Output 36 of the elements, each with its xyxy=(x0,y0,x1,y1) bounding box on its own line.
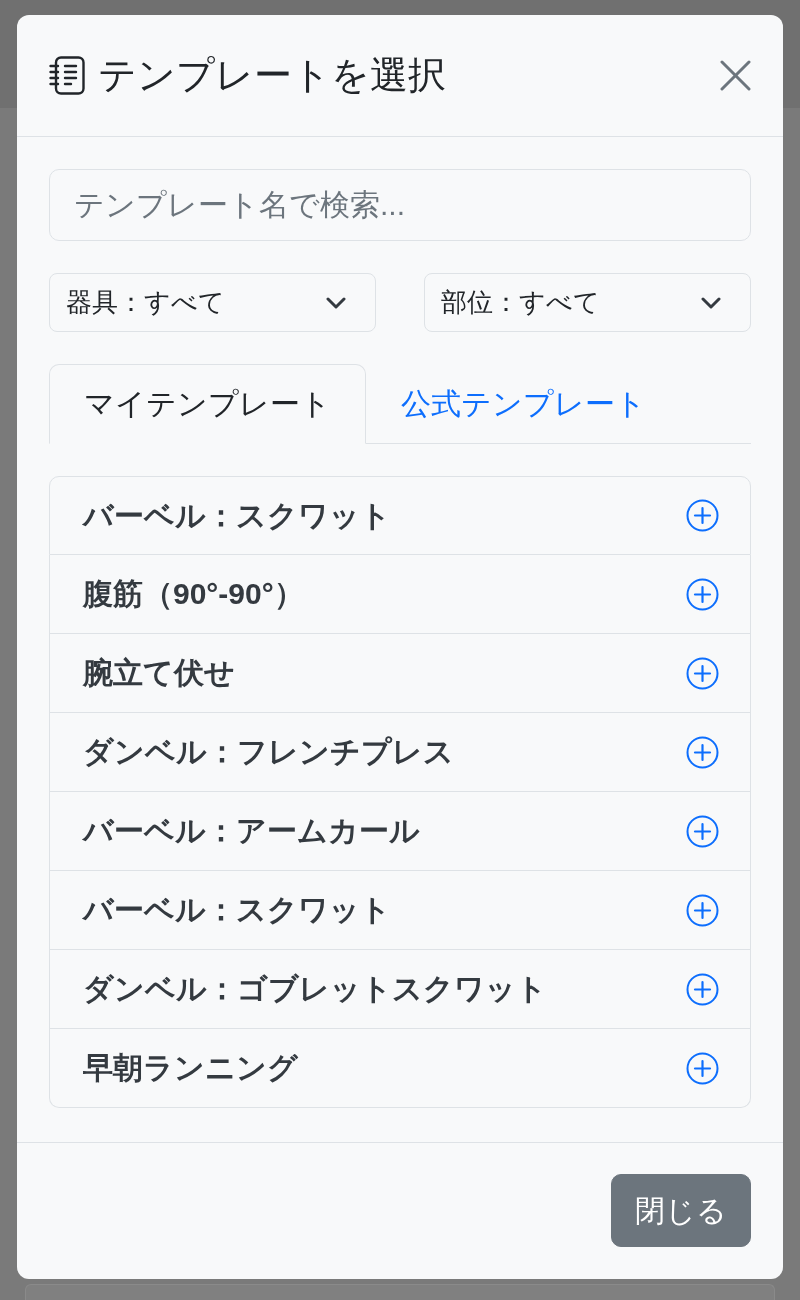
template-list-item[interactable]: バーベル：スクワット xyxy=(49,476,751,555)
plus-circle-icon[interactable] xyxy=(686,656,719,690)
plus-circle-icon[interactable] xyxy=(686,735,719,769)
filter-select[interactable]: 器具：すべて xyxy=(49,273,376,332)
tab[interactable]: マイテンプレート xyxy=(49,364,366,444)
plus-circle-icon[interactable] xyxy=(686,893,719,927)
close-button[interactable]: 閉じる xyxy=(611,1174,751,1247)
template-name: ダンベル：ゴブレットスクワット xyxy=(83,971,547,1007)
template-name: 早朝ランニング xyxy=(83,1050,298,1086)
plus-circle-icon[interactable] xyxy=(686,1051,719,1085)
template-name: バーベル：スクワット xyxy=(83,892,391,928)
template-list-item[interactable]: 腕立て伏せ xyxy=(49,634,751,713)
template-name: バーベル：スクワット xyxy=(83,497,391,534)
template-name: ダンベル：フレンチプレス xyxy=(83,734,454,770)
template-list-item[interactable]: 腹筋（90°-90°） xyxy=(49,555,751,634)
chevron-down-icon xyxy=(701,296,721,309)
template-name: 腕立て伏せ xyxy=(83,655,235,691)
dialog-title: テンプレートを選択 xyxy=(98,52,446,98)
template-list-item[interactable]: 早朝ランニング xyxy=(49,1029,751,1108)
tab[interactable]: 公式テンプレート xyxy=(366,364,681,444)
chevron-down-icon xyxy=(326,296,346,309)
close-button[interactable] xyxy=(720,60,751,91)
template-name: バーベル：アームカール xyxy=(83,813,420,849)
template-list-item[interactable]: バーベル：アームカール xyxy=(49,792,751,871)
plus-circle-icon[interactable] xyxy=(686,972,719,1006)
template-list-item[interactable]: ダンベル：ゴブレットスクワット xyxy=(49,950,751,1029)
plus-circle-icon[interactable] xyxy=(686,499,719,532)
plus-circle-icon[interactable] xyxy=(686,577,719,611)
close-icon xyxy=(720,60,751,91)
plus-circle-icon[interactable] xyxy=(686,814,719,848)
template-list-item[interactable]: ダンベル：フレンチプレス xyxy=(49,713,751,792)
journal-icon xyxy=(49,56,85,95)
template-name: 腹筋（90°-90°） xyxy=(83,576,304,612)
filter-select[interactable]: 部位：すべて xyxy=(424,273,751,332)
template-list-item[interactable]: バーベル：スクワット xyxy=(49,871,751,950)
search-field[interactable]: テンプレート名で検索... xyxy=(49,169,751,241)
